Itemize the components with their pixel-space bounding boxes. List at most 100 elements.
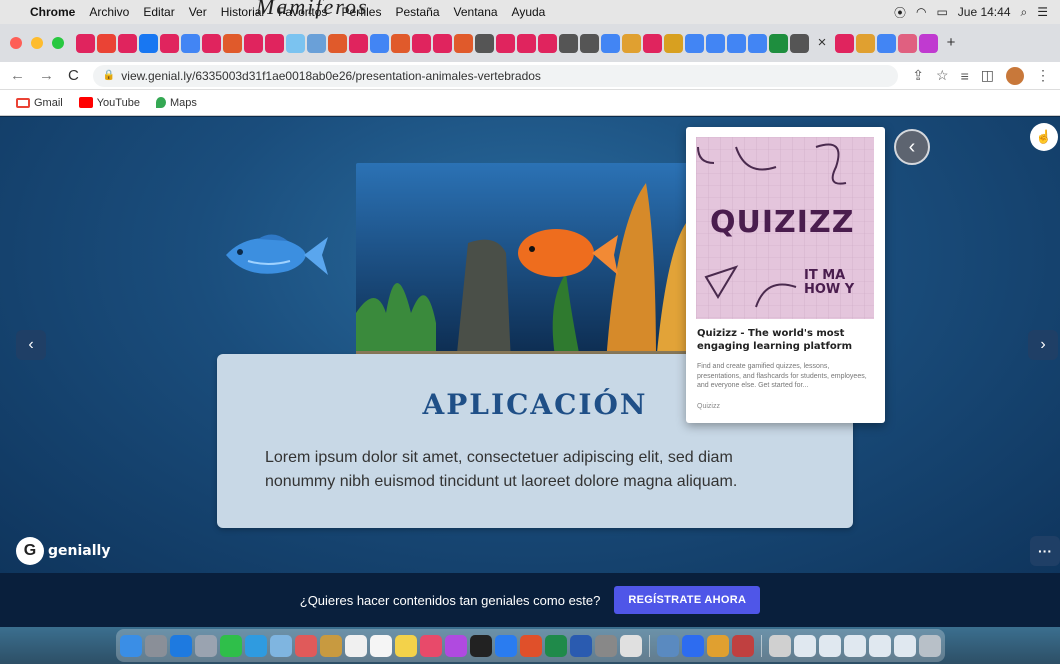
minimize-window-icon[interactable] [31,37,43,49]
tab-favicon-icon[interactable] [349,33,368,53]
bookmark-star-icon[interactable]: ☆ [936,67,949,84]
dock-app-icon[interactable] [793,634,816,657]
tab-favicon-icon[interactable] [580,33,599,53]
tab-favicon-icon[interactable] [538,33,557,53]
options-button[interactable]: ··· [1030,536,1060,566]
reload-icon[interactable]: C [68,67,79,84]
tab-favicon-icon[interactable] [370,33,389,53]
screen-record-icon[interactable]: ⦿ [894,4,906,21]
battery-icon[interactable]: ▭ [936,5,947,19]
dock-app-icon[interactable] [818,634,841,657]
tab-favicon-icon[interactable] [835,33,854,53]
dock-app-icon[interactable] [706,634,729,657]
tab-favicon-icon[interactable] [391,33,410,53]
side-panel-icon[interactable]: ◫ [981,67,994,84]
tab-favicon-icon[interactable] [496,33,515,53]
url-field[interactable]: 🔒 view.genial.ly/6335003d31f1ae0018ab0e2… [92,64,899,87]
tab-favicon-icon[interactable] [328,33,347,53]
dock-app-icon[interactable] [843,634,866,657]
dock-app-icon[interactable] [656,634,679,657]
tab-favicon-icon[interactable] [877,33,896,53]
interaction-hand-button[interactable]: ☝ [1030,123,1058,151]
menu-pestana[interactable]: Pestaña [395,5,439,19]
dock-app-icon[interactable] [194,634,217,657]
next-slide-button[interactable]: › [1028,330,1058,360]
maximize-window-icon[interactable] [52,37,64,49]
dock-app-icon[interactable] [681,634,704,657]
dock-app-icon[interactable] [494,634,517,657]
dock-app-icon[interactable] [344,634,367,657]
link-preview-popup[interactable]: QUIZIZZ IT MA HOW Y Quizizz - The world'… [686,127,885,423]
tab-favicon-icon[interactable] [244,33,263,53]
dock-app-icon[interactable] [419,634,442,657]
tab-favicon-icon[interactable] [919,33,938,53]
tab-favicon-icon[interactable] [202,33,221,53]
menu-editar[interactable]: Editar [143,5,174,19]
wifi-icon[interactable]: ◠ [916,5,926,19]
control-center-icon[interactable]: ☰ [1037,5,1048,19]
tab-favicon-icon[interactable] [727,33,746,53]
reading-list-icon[interactable]: ≡ [961,68,969,84]
dock-app-icon[interactable] [269,634,292,657]
tab-favicon-icon[interactable] [76,33,95,53]
dock-app-icon[interactable] [619,634,642,657]
dock-app-icon[interactable] [868,634,891,657]
tab-favicon-icon[interactable] [706,33,725,53]
bookmark-youtube[interactable]: YouTube [78,97,140,109]
dock-app-icon[interactable] [731,634,754,657]
close-window-icon[interactable] [10,37,22,49]
back-circle-button[interactable]: ‹ [894,129,930,165]
tab-favicon-icon[interactable] [475,33,494,53]
lock-icon[interactable]: 🔒 [103,70,115,81]
menu-archivo[interactable]: Archivo [89,5,129,19]
dock-app-icon[interactable] [469,634,492,657]
tab-favicon-icon[interactable] [286,33,305,53]
spotlight-icon[interactable]: ⌕ [1021,5,1028,20]
tab-favicon-icon[interactable] [160,33,179,53]
dock-app-icon[interactable] [369,634,392,657]
register-button[interactable]: REGÍSTRATE AHORA [614,586,761,614]
dock-app-icon[interactable] [768,634,791,657]
tab-favicon-icon[interactable] [454,33,473,53]
profile-avatar[interactable] [1006,66,1024,85]
dock-app-icon[interactable] [569,634,592,657]
dock-app-icon[interactable] [594,634,617,657]
dock-app-icon[interactable] [219,634,242,657]
tab-favicon-icon[interactable] [412,33,431,53]
dock-app-icon[interactable] [119,634,142,657]
tab-favicon-icon[interactable] [265,33,284,53]
tab-favicon-icon[interactable] [97,33,116,53]
forward-icon[interactable]: → [39,67,54,84]
previous-slide-button[interactable]: ‹ [16,330,46,360]
dock-app-icon[interactable] [294,634,317,657]
tab-favicon-icon[interactable] [433,33,452,53]
dock-app-icon[interactable] [893,634,916,657]
dock-app-icon[interactable] [169,634,192,657]
dock-app-icon[interactable] [394,634,417,657]
menu-app-name[interactable]: Chrome [30,5,75,19]
dock-app-icon[interactable] [319,634,342,657]
tab-favicon-icon[interactable] [601,33,620,53]
tab-favicon-icon[interactable] [748,33,767,53]
menu-ventana[interactable]: Ventana [454,5,498,19]
share-icon[interactable]: ⇪ [912,67,924,84]
menubar-clock[interactable]: Jue 14:44 [958,5,1011,19]
dock-app-icon[interactable] [519,634,542,657]
more-menu-icon[interactable]: ⋮ [1036,67,1050,84]
tab-favicon-icon[interactable] [223,33,242,53]
tab-favicon-icon[interactable] [643,33,662,53]
genially-logo[interactable]: G genially [16,537,110,565]
tab-favicon-icon[interactable] [685,33,704,53]
tab-favicon-icon[interactable] [898,33,917,53]
dock-app-icon[interactable] [918,634,941,657]
new-tab-icon[interactable]: + [940,34,962,53]
bookmark-maps[interactable]: Maps [155,97,197,109]
tab-favicon-icon[interactable] [769,33,788,53]
tab-favicon-icon[interactable] [559,33,578,53]
menu-ver[interactable]: Ver [189,5,207,19]
tab-favicon-icon[interactable] [790,33,809,53]
dock-app-icon[interactable] [444,634,467,657]
bookmark-gmail[interactable]: Gmail [16,97,63,109]
tab-favicon-icon[interactable] [307,33,326,53]
back-icon[interactable]: ← [10,67,25,84]
